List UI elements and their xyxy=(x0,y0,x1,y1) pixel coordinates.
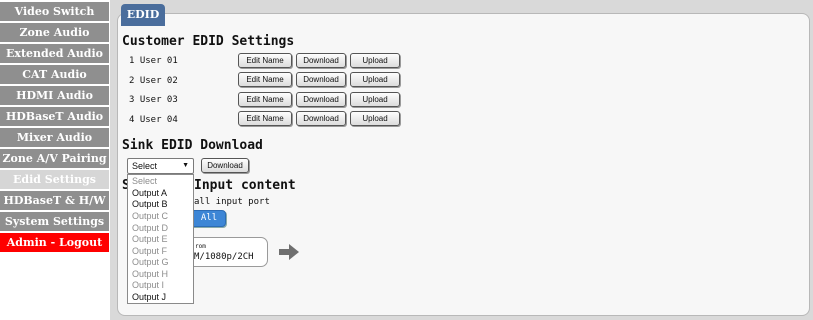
sidebar: Video Switch Zone Audio Extended Audio C… xyxy=(0,0,109,320)
nav-item-edid-settings[interactable]: Edid Settings xyxy=(0,170,109,190)
dropdown-option: Output I xyxy=(132,280,165,290)
download-button[interactable]: Download xyxy=(296,72,346,87)
dropdown-option: Output F xyxy=(132,246,168,256)
edit-name-button[interactable]: Edit Name xyxy=(238,53,292,68)
customer-edid-title: Customer EDID Settings xyxy=(122,34,295,49)
dropdown-option: Output H xyxy=(132,269,169,279)
nav-item-video-switch[interactable]: Video Switch xyxy=(0,2,109,22)
nav-item-cat-audio[interactable]: CAT Audio xyxy=(0,65,109,85)
nav-item-zone-av-pairing[interactable]: Zone A/V Pairing xyxy=(0,149,109,169)
sink-edid-title: Sink EDID Download xyxy=(122,138,263,153)
download-button[interactable]: Download xyxy=(296,53,346,68)
user-row-label: 3 User 03 xyxy=(129,95,178,105)
dropdown-option: Select xyxy=(132,176,158,186)
nav-item-hdbaset-hw[interactable]: HDBaseT & H/W xyxy=(0,191,109,211)
user-row-label: 1 User 01 xyxy=(129,56,178,66)
nav-item-zone-audio[interactable]: Zone Audio xyxy=(0,23,109,43)
caret-down-icon: ▼ xyxy=(182,162,189,169)
upload-button[interactable]: Upload xyxy=(350,111,400,126)
nav-item-system-settings[interactable]: System Settings xyxy=(0,212,109,232)
nav-item-hdbaset-audio[interactable]: HDBaseT Audio xyxy=(0,107,109,127)
nav-item-hdmi-audio[interactable]: HDMI Audio xyxy=(0,86,109,106)
dropdown-option: Output C xyxy=(132,211,169,221)
download-button[interactable]: Download xyxy=(296,111,346,126)
dropdown-option: Output G xyxy=(132,257,169,267)
upload-button[interactable]: Upload xyxy=(350,53,400,68)
from-label: rom xyxy=(195,243,206,250)
sink-edid-dropdown-list[interactable]: Select Output A Output B Output C Output… xyxy=(127,174,194,304)
user-row-label: 2 User 02 xyxy=(129,76,178,86)
edit-name-button[interactable]: Edit Name xyxy=(238,92,292,107)
edit-name-button[interactable]: Edit Name xyxy=(238,111,292,126)
sink-download-button[interactable]: Download xyxy=(201,158,249,173)
nav-item-extended-audio[interactable]: Extended Audio xyxy=(0,44,109,64)
upload-button[interactable]: Upload xyxy=(350,92,400,107)
dropdown-option[interactable]: Output B xyxy=(128,199,193,209)
dropdown-option[interactable]: Output A xyxy=(128,188,193,198)
sink-edid-select[interactable]: Select ▼ xyxy=(127,158,194,174)
dropdown-option: Output E xyxy=(132,234,168,244)
user-row-label: 4 User 04 xyxy=(129,115,178,125)
from-value: M/1080p/2CH xyxy=(194,252,254,262)
edit-name-button[interactable]: Edit Name xyxy=(238,72,292,87)
nav-item-mixer-audio[interactable]: Mixer Audio xyxy=(0,128,109,148)
tab-edid[interactable]: EDID xyxy=(121,4,165,26)
download-button[interactable]: Download xyxy=(296,92,346,107)
nav-item-admin-logout[interactable]: Admin - Logout xyxy=(0,233,109,253)
dropdown-option: Output D xyxy=(132,223,169,233)
input-content-title: Input content xyxy=(194,178,296,193)
dropdown-option[interactable]: Output J xyxy=(128,292,193,302)
select-value: Select xyxy=(132,161,158,171)
arrow-right-icon[interactable] xyxy=(279,244,299,260)
all-input-port-text: all input port xyxy=(194,197,270,207)
upload-button[interactable]: Upload xyxy=(350,72,400,87)
